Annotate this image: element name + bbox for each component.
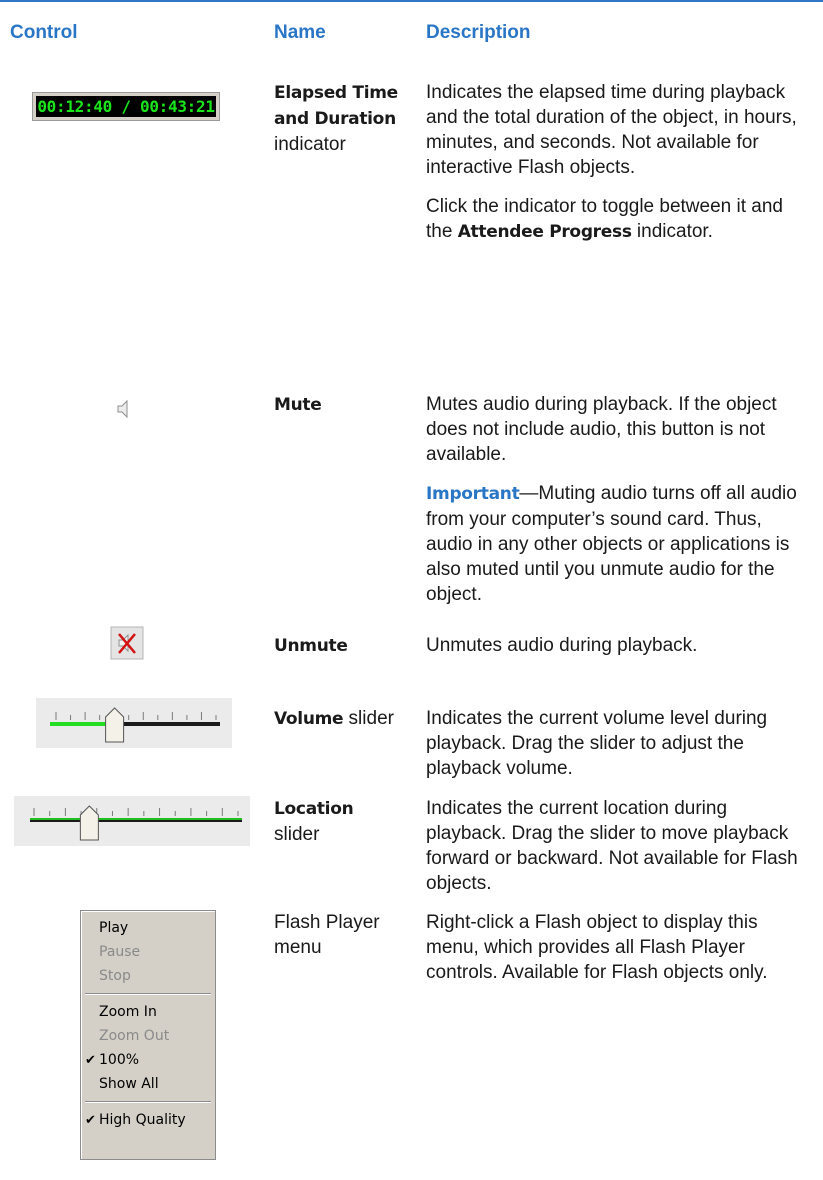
flash-menu-description: Right-click a Flash object to display th…	[426, 910, 811, 999]
elapsed-time-description: Indicates the elapsed time during playba…	[426, 80, 811, 259]
elapsed-name-rest: indicator	[274, 134, 346, 155]
elapsed-time-name: Elapsed Time and Duration indicator	[274, 80, 419, 157]
volume-slider-graphic	[50, 707, 220, 743]
volume-slider-thumb	[105, 707, 125, 743]
unmute-name: Unmute	[274, 633, 419, 659]
location-description: Indicates the current location during pl…	[426, 796, 811, 910]
menu-item-play[interactable]: Play	[99, 917, 128, 939]
mute-name: Mute	[274, 392, 419, 418]
location-slider-graphic	[30, 805, 242, 841]
top-rule	[0, 0, 823, 2]
unmute-button[interactable]	[110, 626, 144, 660]
flash-desc: Right-click a Flash object to display th…	[426, 912, 768, 983]
column-header-description: Description	[426, 22, 531, 43]
volume-name-bold: Volume	[274, 709, 344, 729]
mute-button[interactable]	[114, 396, 134, 422]
column-header-name: Name	[274, 22, 326, 43]
elapsed-desc-2-post: indicator.	[631, 221, 713, 242]
column-header-control: Control	[10, 22, 78, 43]
elapsed-time-readout: 00:12:40 / 00:43:21	[36, 96, 216, 117]
menu-item-stop: Stop	[99, 968, 131, 984]
checkmark-icon: ✔	[85, 1113, 96, 1128]
elapsed-desc-2: Click the indicator to toggle between it…	[426, 194, 811, 245]
elapsed-name-bold-1: Elapsed Time	[274, 83, 398, 103]
menu-item-100-label: 100%	[99, 1052, 140, 1068]
location-desc: Indicates the current location during pl…	[426, 798, 798, 894]
volume-name-rest: slider	[343, 708, 394, 729]
menu-separator	[85, 1101, 211, 1103]
menu-item-show-all[interactable]: Show All	[99, 1073, 159, 1095]
mute-name-label: Mute	[274, 395, 322, 415]
menu-item-100-percent[interactable]: ✔ 100%	[85, 1049, 139, 1071]
checkmark-icon: ✔	[85, 1053, 96, 1068]
menu-item-high-quality[interactable]: ✔ High Quality	[85, 1109, 186, 1131]
menu-separator	[85, 993, 211, 995]
volume-slider[interactable]	[36, 698, 232, 748]
mute-desc-2: Important—Muting audio turns off all aud…	[426, 481, 811, 607]
location-name: Location slider	[274, 796, 419, 847]
elapsed-desc-1: Indicates the elapsed time during playba…	[426, 82, 797, 178]
mute-description: Mutes audio during playback. If the obje…	[426, 392, 811, 621]
menu-item-pause: Pause	[99, 944, 141, 960]
menu-item-zoom-in[interactable]: Zoom In	[99, 1001, 157, 1023]
speaker-icon	[117, 399, 128, 419]
volume-name: Volume slider	[274, 706, 434, 732]
mute-desc-1: Mutes audio during playback. If the obje…	[426, 394, 777, 465]
speaker-muted-icon	[110, 626, 144, 660]
location-slider[interactable]	[14, 796, 250, 846]
flash-menu-name: Flash Player menu	[274, 912, 380, 958]
menu-item-high-quality-label: High Quality	[99, 1112, 186, 1128]
elapsed-name-bold-2: and Duration	[274, 109, 396, 129]
important-label: Important	[426, 484, 520, 504]
location-name-rest: slider	[274, 824, 320, 845]
menu-item-zoom-out: Zoom Out	[99, 1028, 170, 1044]
location-name-bold: Location	[274, 799, 354, 819]
attendee-progress-term: Attendee Progress	[457, 222, 632, 242]
elapsed-time-indicator[interactable]: 00:12:40 / 00:43:21	[32, 92, 220, 121]
unmute-name-label: Unmute	[274, 636, 348, 656]
volume-description: Indicates the current volume level durin…	[426, 706, 811, 795]
location-slider-thumb	[79, 805, 99, 841]
unmute-desc: Unmutes audio during playback.	[426, 635, 698, 656]
flash-player-context-menu: Play Pause Stop Zoom In Zoom Out ✔ 100% S…	[80, 910, 216, 1160]
unmute-description: Unmutes audio during playback.	[426, 633, 811, 672]
volume-desc: Indicates the current volume level durin…	[426, 708, 768, 779]
